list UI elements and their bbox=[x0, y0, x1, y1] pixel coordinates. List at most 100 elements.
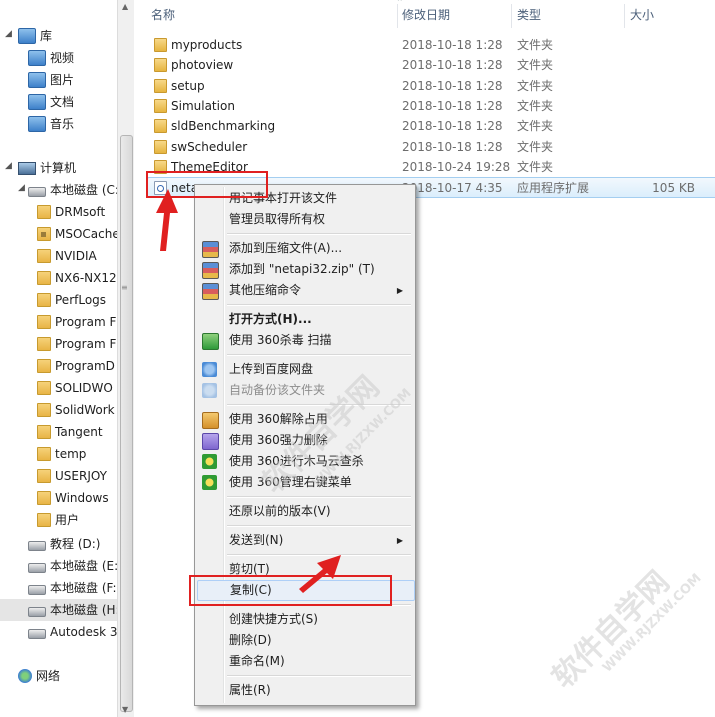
menu-item[interactable]: 添加到 "netapi32.zip" (T) bbox=[197, 259, 413, 280]
column-header-type[interactable]: 类型 bbox=[517, 0, 541, 30]
nav-item[interactable]: ProgramD bbox=[37, 355, 115, 377]
nav-item-label: Program F bbox=[55, 315, 117, 329]
folder-icon bbox=[37, 513, 51, 527]
nav-item[interactable]: SOLIDWO bbox=[37, 377, 113, 399]
tree-expander-icon[interactable]: ◢ bbox=[5, 29, 12, 39]
menu-item[interactable]: 添加到压缩文件(A)... bbox=[197, 238, 413, 259]
pictures-library-icon bbox=[28, 72, 46, 88]
menu-item-label: 属性(R) bbox=[229, 683, 271, 697]
file-row[interactable]: myproducts 2018-10-18 1:28 文件夹 bbox=[134, 35, 715, 55]
nav-item[interactable]: NVIDIA bbox=[37, 245, 97, 267]
scroll-thumb[interactable] bbox=[120, 135, 133, 712]
folder-icon bbox=[154, 38, 167, 52]
nav-item[interactable]: Tangent bbox=[37, 421, 103, 443]
menu-item[interactable]: 管理员取得所有权 bbox=[197, 209, 413, 230]
file-type: 文件夹 bbox=[517, 140, 554, 154]
folder-icon bbox=[154, 58, 167, 72]
column-divider[interactable] bbox=[397, 4, 398, 28]
nav-item[interactable]: 本地磁盘 (H:) bbox=[0, 599, 117, 621]
menu-separator bbox=[227, 354, 411, 356]
nav-item[interactable]: 视频 bbox=[28, 47, 74, 69]
nav-item-label: USERJOY bbox=[55, 469, 107, 483]
file-row[interactable]: setup 2018-10-18 1:28 文件夹 bbox=[134, 76, 715, 96]
folder-icon bbox=[37, 271, 51, 285]
nav-item[interactable]: Program F bbox=[37, 333, 116, 355]
navigation-pane[interactable]: 库视频图片文档音乐计算机本地磁盘 (C:) DRMsoft MSOCache NVID… bbox=[0, 0, 117, 717]
nav-item[interactable]: 计算机 bbox=[18, 157, 76, 179]
file-name: setup bbox=[171, 79, 205, 93]
nav-item[interactable]: 音乐 bbox=[28, 113, 74, 135]
nav-item[interactable]: PerfLogs bbox=[37, 289, 106, 311]
file-name: Simulation bbox=[171, 99, 235, 113]
nav-item[interactable]: 本地磁盘 (E:) bbox=[28, 555, 117, 577]
menu-item[interactable]: 其他压缩命令 ▶ bbox=[197, 280, 413, 301]
scroll-down-icon[interactable]: ▼ bbox=[122, 705, 128, 714]
tree-expander-icon[interactable]: ◢ bbox=[5, 161, 12, 171]
column-divider[interactable] bbox=[511, 4, 512, 28]
scroll-up-icon[interactable]: ▲ bbox=[122, 2, 128, 11]
nav-item[interactable]: 库 bbox=[18, 25, 52, 47]
nav-item[interactable]: temp bbox=[37, 443, 86, 465]
menu-separator bbox=[227, 496, 411, 498]
menu-item[interactable]: 发送到(N) ▶ bbox=[197, 530, 413, 551]
drive-icon bbox=[28, 606, 46, 617]
nav-item[interactable]: 本地磁盘 (C:) bbox=[28, 179, 117, 201]
submenu-arrow-icon: ▶ bbox=[396, 536, 403, 545]
file-row[interactable]: Simulation 2018-10-18 1:28 文件夹 bbox=[134, 96, 715, 116]
menu-item[interactable]: 删除(D) bbox=[197, 630, 413, 651]
nav-item[interactable]: SolidWork bbox=[37, 399, 115, 421]
file-row[interactable]: swScheduler 2018-10-18 1:28 文件夹 bbox=[134, 137, 715, 157]
nav-item-label: 图片 bbox=[50, 73, 75, 87]
menu-item-label: 自动备份该文件夹 bbox=[229, 383, 326, 397]
nav-item-label: 文档 bbox=[50, 95, 75, 109]
nav-item[interactable]: 文档 bbox=[28, 91, 74, 113]
nav-item-label: 本地磁盘 (C:) bbox=[50, 183, 117, 197]
menu-item[interactable]: 属性(R) bbox=[197, 680, 413, 701]
nav-item[interactable]: MSOCache bbox=[37, 223, 117, 245]
menu-item[interactable]: 使用 360杀毒 扫描 bbox=[197, 330, 413, 351]
menu-separator bbox=[227, 525, 411, 527]
menu-item[interactable]: 创建快捷方式(S) bbox=[197, 609, 413, 630]
file-name: swScheduler bbox=[171, 140, 248, 154]
nav-item-label: PerfLogs bbox=[55, 293, 107, 307]
nav-item[interactable]: 图片 bbox=[28, 69, 74, 91]
nav-item-label: 音乐 bbox=[50, 117, 75, 131]
nav-item[interactable]: USERJOY bbox=[37, 465, 107, 487]
nav-item-label: 教程 (D:) bbox=[50, 537, 101, 551]
column-divider[interactable] bbox=[624, 4, 625, 28]
nav-item-label: 本地磁盘 (H:) bbox=[50, 603, 117, 617]
menu-item[interactable]: 打开方式(H)... bbox=[197, 309, 413, 330]
nav-item[interactable]: DRMsoft bbox=[37, 201, 105, 223]
file-type: 应用程序扩展 bbox=[517, 181, 590, 195]
nav-item[interactable]: 网络 bbox=[18, 665, 60, 687]
menu-item[interactable]: 上传到百度网盘 bbox=[197, 359, 413, 380]
menu-item-label: 删除(D) bbox=[229, 633, 272, 647]
nav-item-label: 本地磁盘 (F:) bbox=[50, 581, 117, 595]
nav-item[interactable]: 本地磁盘 (F:) bbox=[28, 577, 117, 599]
nav-item[interactable]: NX6-NX12 bbox=[37, 267, 117, 289]
nav-item[interactable]: Program F bbox=[37, 311, 116, 333]
nav-item[interactable]: 教程 (D:) bbox=[28, 533, 100, 555]
file-row[interactable]: sldBenchmarking 2018-10-18 1:28 文件夹 bbox=[134, 116, 715, 136]
menu-item[interactable]: 重命名(M) bbox=[197, 651, 413, 672]
nav-item-label: 库 bbox=[40, 29, 53, 43]
nav-item-label: NVIDIA bbox=[55, 249, 97, 263]
menu-item[interactable]: 还原以前的版本(V) bbox=[197, 501, 413, 522]
nav-item-label: SolidWork bbox=[55, 403, 115, 417]
winrar-icon bbox=[202, 262, 219, 279]
nav-item[interactable]: 用户 bbox=[37, 509, 79, 531]
tree-expander-icon[interactable]: ◢ bbox=[18, 183, 25, 193]
library-icon bbox=[18, 28, 36, 44]
nav-scrollbar[interactable]: ▲ ≡ ▼ bbox=[117, 0, 134, 717]
file-name: photoview bbox=[171, 58, 234, 72]
nav-item[interactable]: Autodesk 36 bbox=[28, 621, 117, 643]
column-header-name[interactable]: 名称 bbox=[151, 0, 175, 30]
scroll-grip-icon: ≡ bbox=[121, 283, 128, 292]
column-header-size[interactable]: 大小 bbox=[630, 0, 654, 30]
file-row[interactable]: photoview 2018-10-18 1:28 文件夹 bbox=[134, 55, 715, 75]
360-shield-icon bbox=[202, 333, 219, 350]
folder-icon bbox=[37, 403, 51, 417]
column-header-date[interactable]: 修改日期 bbox=[402, 0, 450, 30]
nav-item-label: DRMsoft bbox=[55, 205, 106, 219]
nav-item[interactable]: Windows bbox=[37, 487, 109, 509]
